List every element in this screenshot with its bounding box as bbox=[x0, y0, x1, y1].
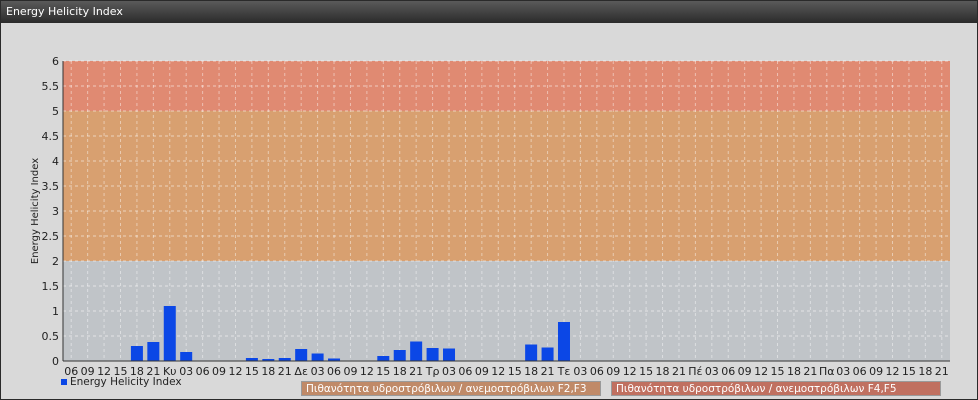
x-tick-label: 03 bbox=[573, 365, 587, 378]
legend-series-entry: Energy Helicity Index bbox=[61, 376, 182, 388]
y-tick-label: 0.5 bbox=[42, 330, 60, 343]
chart-window: Energy Helicity Index 0 0.5 1 1.5 2 2.5 3 3.5 4 4… bbox=[0, 0, 978, 400]
bar bbox=[443, 348, 456, 361]
bar bbox=[130, 346, 143, 361]
x-tick-label: 15 bbox=[639, 365, 653, 378]
y-tick-label: 4.5 bbox=[42, 130, 60, 143]
x-tick-label: 21 bbox=[935, 365, 949, 378]
bar bbox=[163, 306, 176, 361]
window-title: Energy Helicity Index bbox=[1, 1, 977, 23]
x-tick-label: 18 bbox=[393, 365, 407, 378]
y-tick-label: 2.5 bbox=[42, 230, 60, 243]
x-tick-label: 09 bbox=[212, 365, 226, 378]
y-tick-label: 1.5 bbox=[42, 280, 60, 293]
y-tick-label: 0 bbox=[52, 355, 59, 368]
x-tick-label: 09 bbox=[343, 365, 357, 378]
y-tick-label: 2 bbox=[52, 255, 59, 268]
y-tick-label: 3.5 bbox=[42, 180, 60, 193]
x-tick-label: 15 bbox=[376, 365, 390, 378]
x-tick-label: 21 bbox=[672, 365, 686, 378]
x-tick-label: 12 bbox=[228, 365, 242, 378]
bar bbox=[295, 349, 308, 361]
legend-series-label: Energy Helicity Index bbox=[70, 376, 182, 388]
chart-area: 00.511.522.533.544.555.5606 09 12 15 18 21 Κυ 0… bbox=[30, 55, 950, 378]
x-tick-label: 09 bbox=[475, 365, 489, 378]
y-tick-label: 3 bbox=[52, 205, 59, 218]
y-tick-label: 6 bbox=[52, 55, 59, 68]
x-tick-label: 03 bbox=[705, 365, 719, 378]
x-tick-label: 21 bbox=[278, 365, 292, 378]
x-tick-label: 06 bbox=[853, 365, 867, 378]
x-tick-label: 03 bbox=[442, 365, 456, 378]
x-tick-label: Τε bbox=[557, 365, 571, 378]
x-tick-label: 03 bbox=[311, 365, 325, 378]
x-tick-label: 18 bbox=[524, 365, 538, 378]
x-tick-label: Τρ bbox=[425, 365, 440, 378]
bar bbox=[180, 352, 193, 361]
x-tick-label: 12 bbox=[360, 365, 374, 378]
x-tick-label: Πέ bbox=[688, 365, 702, 378]
y-tick-label: 5 bbox=[52, 105, 59, 118]
y-tick-label: 1 bbox=[52, 305, 59, 318]
x-tick-label: 09 bbox=[869, 365, 883, 378]
x-tick-label: 15 bbox=[508, 365, 522, 378]
y-tick-label: 5.5 bbox=[42, 80, 60, 93]
x-tick-label: 15 bbox=[902, 365, 916, 378]
legend-zone-high: Πιθανότητα υδροστρόβιλων / ανεμοστρόβιλω… bbox=[611, 381, 941, 396]
bar bbox=[393, 350, 406, 361]
x-tick-label: 15 bbox=[771, 365, 785, 378]
bar bbox=[311, 353, 324, 361]
y-tick-label: 4 bbox=[52, 155, 59, 168]
bar bbox=[541, 347, 554, 361]
x-tick-label: 06 bbox=[721, 365, 735, 378]
bar bbox=[426, 348, 439, 361]
y-axis-title: Energy Helicity Index bbox=[30, 158, 41, 264]
x-tick-label: 09 bbox=[606, 365, 620, 378]
legend-zone-mid-label: Πιθανότητα υδροστρόβιλων / ανεμοστρόβιλω… bbox=[306, 383, 587, 395]
legend-zone-high-label: Πιθανότητα υδροστρόβιλων / ανεμοστρόβιλω… bbox=[616, 383, 897, 395]
x-tick-label: Δε bbox=[294, 365, 308, 378]
x-tick-label: 21 bbox=[409, 365, 423, 378]
x-tick-label: 06 bbox=[196, 365, 210, 378]
bar bbox=[410, 341, 423, 361]
x-tick-label: 06 bbox=[327, 365, 341, 378]
x-tick-label: 21 bbox=[803, 365, 817, 378]
x-tick-label: 03 bbox=[836, 365, 850, 378]
x-tick-label: 12 bbox=[623, 365, 637, 378]
x-tick-label: 12 bbox=[491, 365, 505, 378]
bar bbox=[557, 322, 570, 361]
x-tick-label: 15 bbox=[245, 365, 259, 378]
x-tick-label: 18 bbox=[918, 365, 932, 378]
x-tick-label: 18 bbox=[261, 365, 275, 378]
legend-zone-mid: Πιθανότητα υδροστρόβιλων / ανεμοστρόβιλω… bbox=[301, 381, 601, 396]
x-tick-label: 12 bbox=[754, 365, 768, 378]
bar bbox=[377, 356, 390, 361]
bar bbox=[147, 342, 160, 361]
x-tick-label: 12 bbox=[886, 365, 900, 378]
x-tick-label: 18 bbox=[787, 365, 801, 378]
bar bbox=[525, 344, 538, 361]
x-tick-label: 06 bbox=[458, 365, 472, 378]
legend-series-swatch bbox=[61, 379, 67, 385]
x-tick-label: 18 bbox=[656, 365, 670, 378]
x-tick-label: 21 bbox=[541, 365, 555, 378]
x-tick-label: Πα bbox=[819, 365, 835, 378]
x-tick-label: 09 bbox=[738, 365, 752, 378]
x-tick-label: 06 bbox=[590, 365, 604, 378]
